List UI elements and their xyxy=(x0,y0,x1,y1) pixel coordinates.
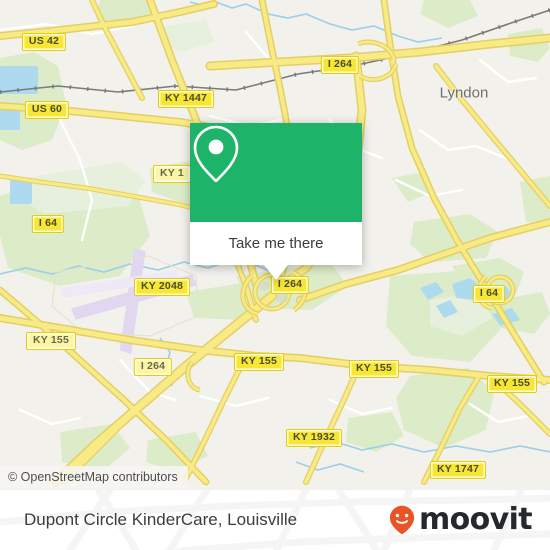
osm-attribution-text: © OpenStreetMap contributors xyxy=(8,470,178,484)
moovit-logo[interactable]: moovit xyxy=(389,490,533,550)
road-shield: KY 1447 xyxy=(157,90,215,108)
footer-bar: Dupont Circle KinderCare, Louisville moo… xyxy=(0,490,550,550)
road-shield: KY 155 xyxy=(486,375,538,393)
road-shield: I 264 xyxy=(133,358,173,376)
map-canvas[interactable]: US 42 US 60 KY 1447 I 264 I 64 KY 1 KY 2048 I 2… xyxy=(0,0,550,490)
popup-pointer xyxy=(264,265,288,280)
take-me-there-label: Take me there xyxy=(228,235,324,252)
road-shield: US 42 xyxy=(21,33,67,51)
road-shield: KY 2048 xyxy=(133,278,191,296)
moovit-pin-smiley-icon xyxy=(389,505,415,535)
road-shield: KY 1 xyxy=(153,165,191,183)
road-shield: KY 155 xyxy=(25,332,77,350)
road-shield: KY 1932 xyxy=(285,429,343,447)
road-shield: KY 1747 xyxy=(429,461,487,479)
road-shield: US 60 xyxy=(24,101,70,119)
map-pin-icon xyxy=(193,125,239,183)
osm-attribution[interactable]: © OpenStreetMap contributors xyxy=(0,466,188,489)
road-shield: KY 155 xyxy=(233,353,285,371)
page-title: Dupont Circle KinderCare, Louisville xyxy=(24,490,297,550)
map-screenshot: US 42 US 60 KY 1447 I 264 I 64 KY 1 KY 2048 I 2… xyxy=(0,0,550,550)
road-shield: I 64 xyxy=(472,285,506,303)
road-shield: I 264 xyxy=(320,56,360,74)
moovit-wordmark: moovit xyxy=(418,502,533,537)
place-label: Lyndon xyxy=(439,84,489,102)
popup-header xyxy=(190,123,362,222)
take-me-there-button[interactable]: Take me there xyxy=(190,222,362,265)
road-shield: I 64 xyxy=(31,215,65,233)
location-popup-card[interactable]: Take me there xyxy=(190,123,362,280)
road-shield: KY 155 xyxy=(348,360,400,378)
page-title-text: Dupont Circle KinderCare, Louisville xyxy=(24,510,298,529)
